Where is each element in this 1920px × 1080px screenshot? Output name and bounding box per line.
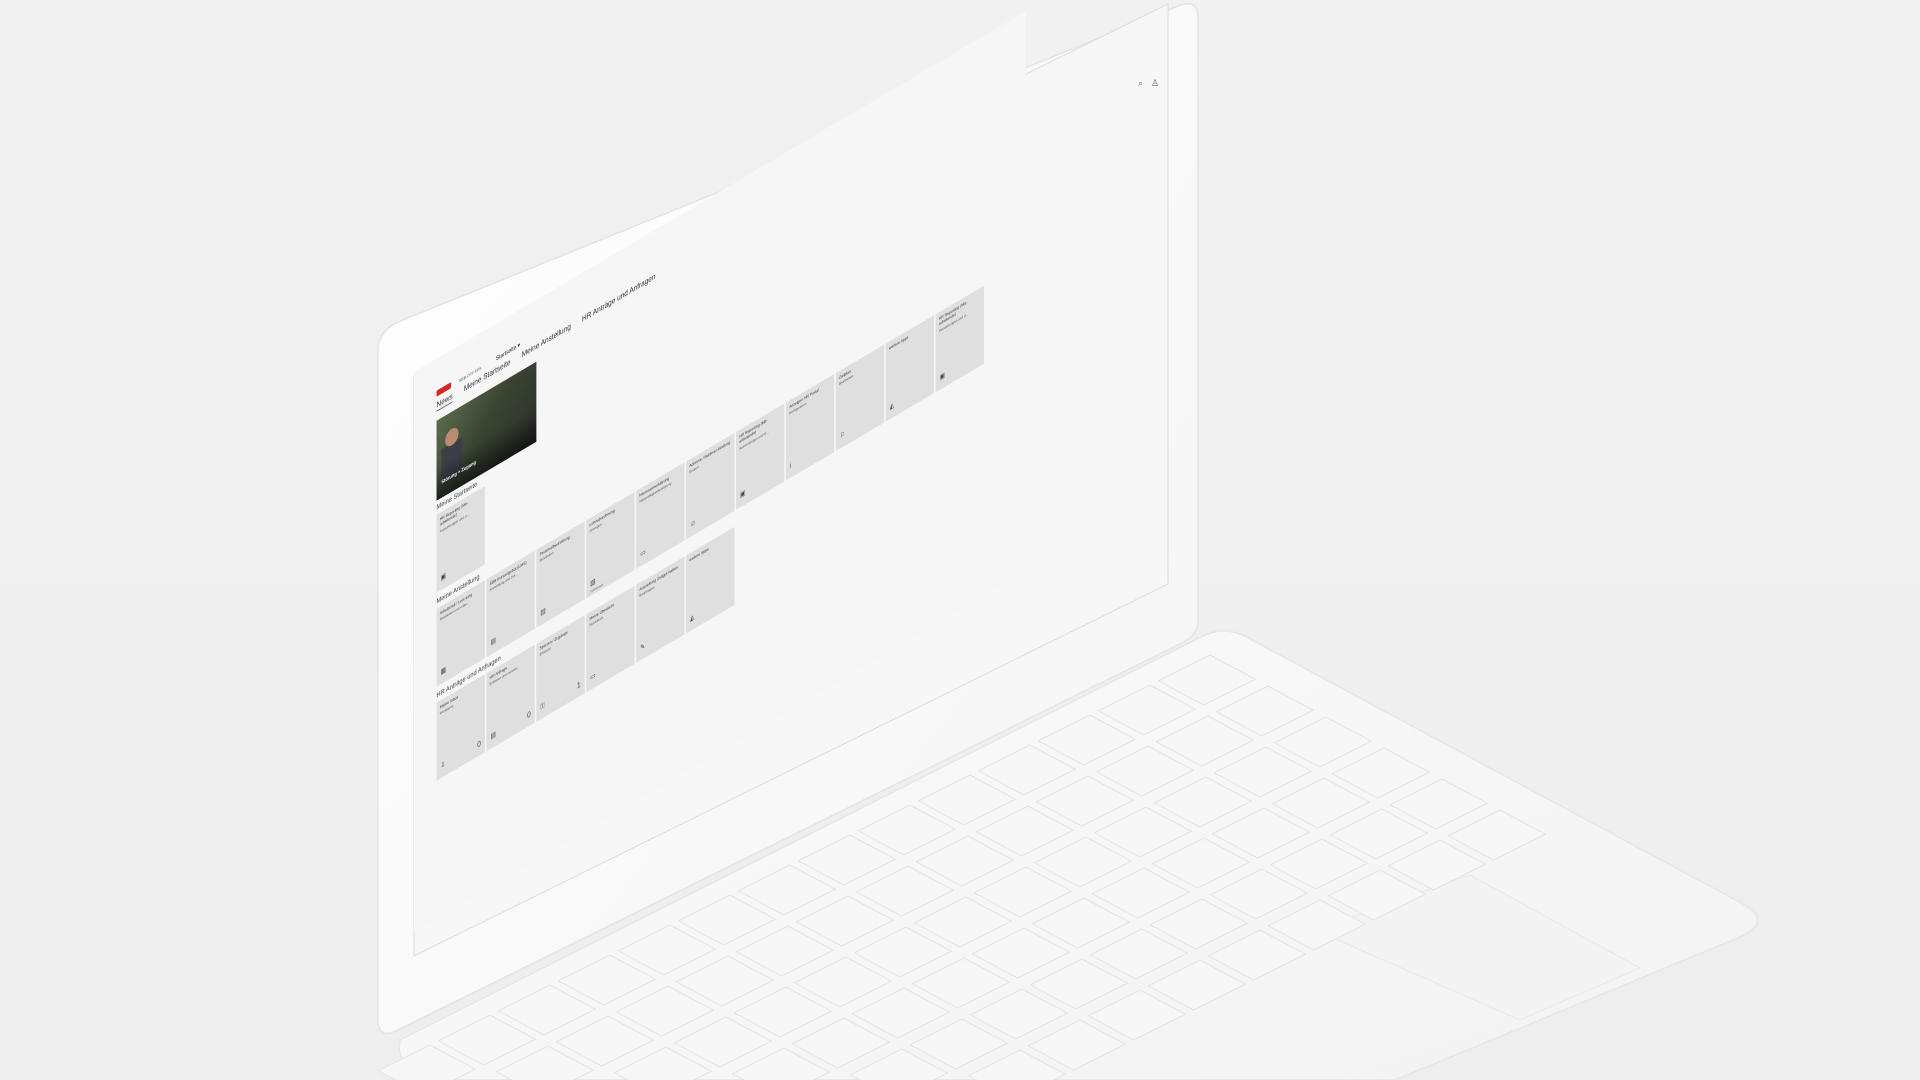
tile-anstellung-7[interactable]: Anzeigen HR Portal Konfigurieren i [785, 374, 835, 481]
shell-actions: ⌕ ♙ [1138, 78, 1159, 89]
report-icon: ▣ [939, 371, 945, 382]
tile-title: weitere Apps [689, 546, 709, 563]
tile-anstellung-9[interactable]: weitere Apps ◭ [885, 315, 935, 422]
tile-title: weitere Apps [888, 334, 909, 351]
tile-anstellung-1[interactable]: SBB Kursangebot (LMS) Anmeldung und Dur..… [486, 550, 535, 658]
tile-count: 0 [527, 709, 531, 721]
tile-anstellung-5[interactable]: Adresse / Bankver-bindung Ändern ☺ [686, 432, 735, 540]
target-icon: ⚐ [839, 430, 845, 441]
tile-antraege-2[interactable]: Sperren / Zugänge Erfassen ⚿ 1 [536, 615, 585, 722]
clipboard-icon: ▥ [540, 607, 546, 618]
overview-icon: ▭ [590, 671, 596, 682]
person-icon: ☺ [690, 518, 696, 530]
request-icon: ▤ [490, 730, 496, 741]
tile-anstellung-4[interactable]: Interessenerklärung Nebentätigkeitserklär… [636, 462, 685, 569]
edit-icon: ✎ [640, 642, 645, 653]
tile-anstellung-6[interactable]: HR Reporting (Mit-arbeitende) Auswertunge… [736, 403, 785, 510]
info-icon: i [789, 462, 792, 471]
search-icon[interactable]: ⌕ [1138, 78, 1143, 89]
apps-icon: ◭ [690, 613, 695, 624]
tile-anstellung-10[interactable]: HR Reporting (Mit-arbeitende) Auswertunge… [935, 285, 984, 393]
tile-antraege-5[interactable]: weitere Apps ◭ [686, 526, 735, 634]
form-icon: ▭ [640, 548, 646, 559]
report-icon: ▣ [440, 572, 446, 583]
course-icon: ▤ [490, 636, 496, 647]
tile-count: 0 [477, 738, 481, 750]
tile-anstellung-3[interactable]: Lohnabrechnung Anzeigen ▧ Vorbesuch [586, 491, 635, 599]
tile-count: 1 [577, 679, 581, 691]
tile-anstellung-8[interactable]: Zielplan Bearbeiten ⚐ [835, 344, 885, 452]
user-icon[interactable]: ♙ [1151, 78, 1159, 89]
tile-antraege-4[interactable]: Auszeitung Zeitgut-haben Beantragen ✎ [636, 556, 685, 663]
report-icon: ▣ [740, 489, 746, 500]
access-icon: ⚿ [540, 701, 545, 712]
tile-antraege-3[interactable]: Meine Übersicht Workitems ▭ [586, 585, 635, 693]
tile-anstellung-2[interactable]: Personalbeurteilung Bearbeiten ▥ [536, 521, 585, 628]
calendar-icon: ▦ [440, 666, 446, 677]
apps-icon: ◭ [889, 401, 895, 412]
inbox-icon: ⇩ [440, 760, 446, 771]
mockup-scene: SBB CFF FFS Startseite ▾ News Meine Star… [0, 0, 1920, 1080]
